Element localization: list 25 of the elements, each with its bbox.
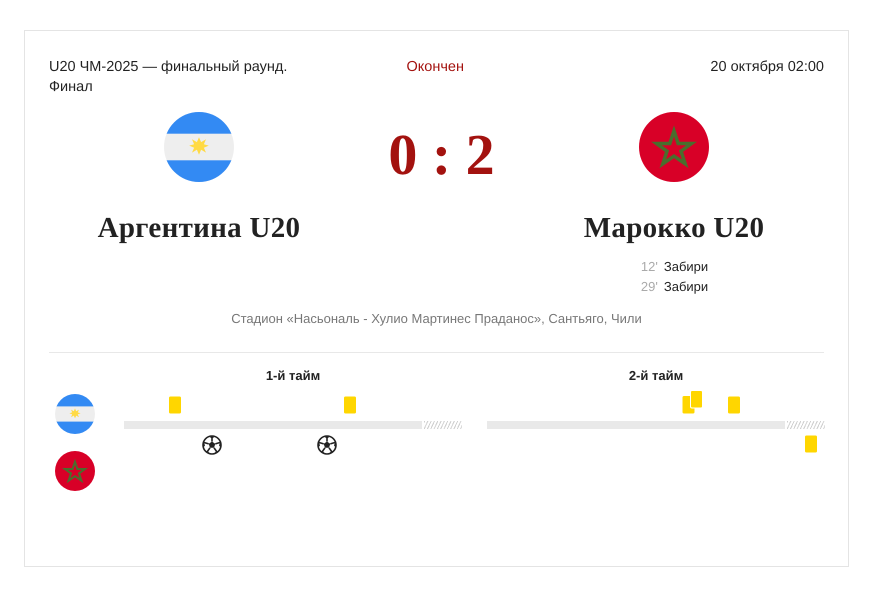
card-icon [344,396,357,414]
goal-minute: 29' [640,278,658,296]
card-icon [804,435,818,453]
half-label: 2-й тайм [628,367,684,385]
flag-icon [639,112,709,182]
two-cards-icon [682,390,704,414]
match-status: Окончен [406,58,465,77]
flag-icon [55,394,95,434]
scorer-name: Забири [664,258,708,276]
card-icon [168,396,182,414]
venue-text: Стадион «Насьональ - Хулио Мартинес Праданос», Сантьяго, Чили [230,311,643,326]
match-score: 0 : 2 [388,121,495,189]
flag-icon [55,451,95,491]
soccer-ball-icon [202,435,222,455]
team-name: Аргентина U20 [98,212,300,245]
team-name: Марокко U20 [584,212,764,245]
scorer-name: Забири [664,278,708,296]
tournament-title: U20 ЧМ-2025 — финальный раунд. Финал [49,58,288,97]
added-time-bar [787,421,825,429]
goal-minute: 12' [640,258,658,276]
added-time-bar [424,421,462,429]
half-label: 1-й тайм [264,367,322,385]
match-datetime: 20 октября 02:00 [709,58,824,77]
soccer-ball-icon [316,435,337,455]
card-icon [727,396,740,414]
